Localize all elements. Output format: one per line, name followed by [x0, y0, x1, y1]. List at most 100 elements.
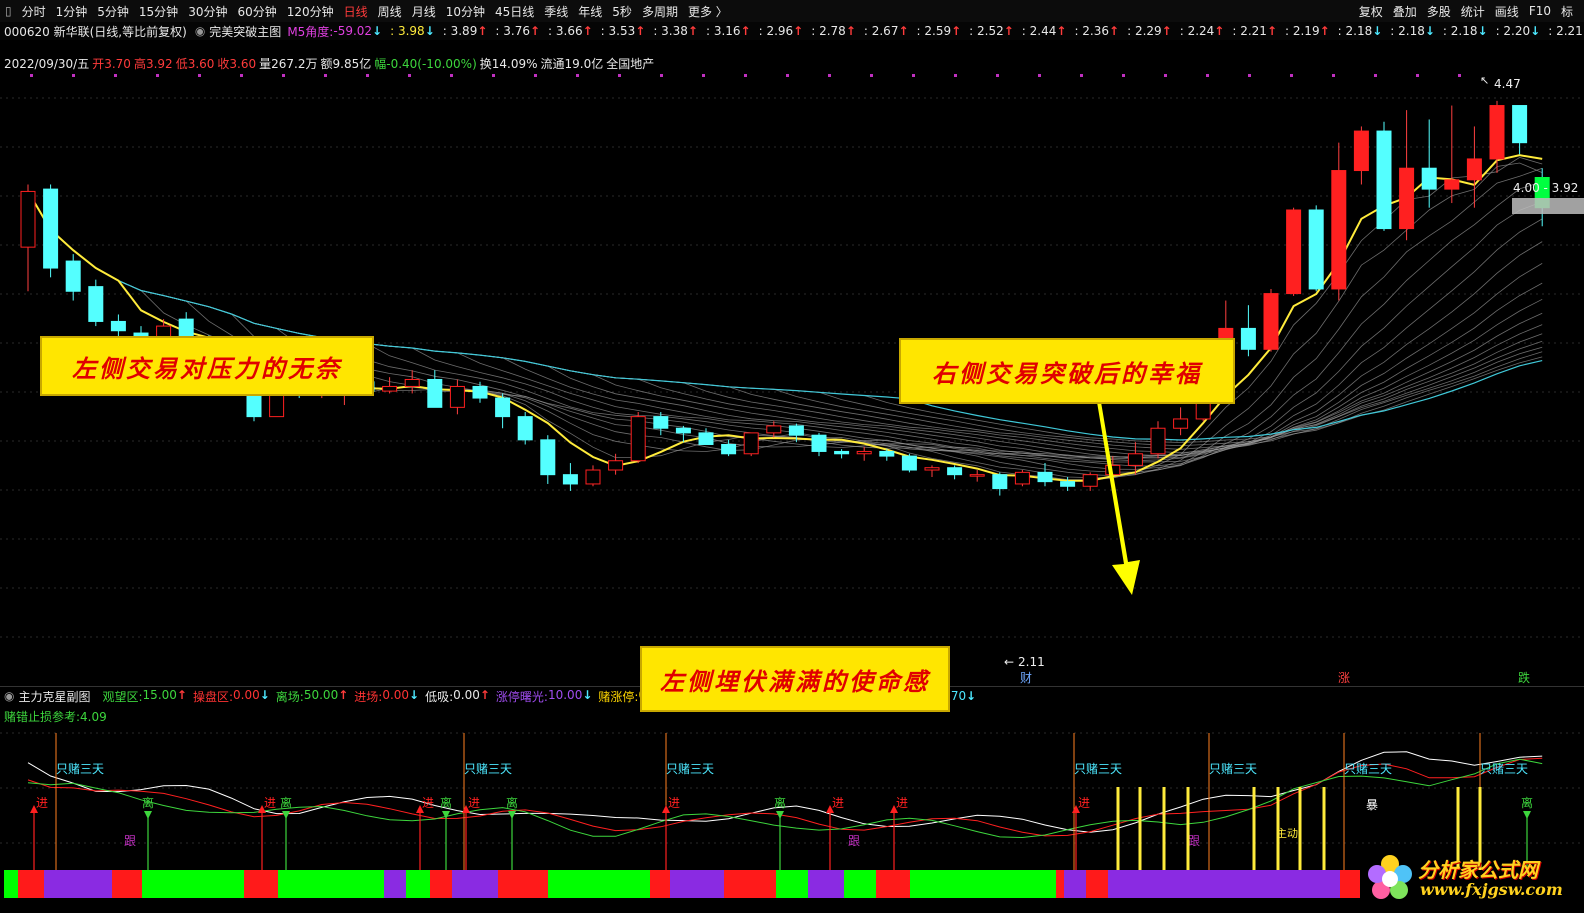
- tab-period-12[interactable]: 季线: [544, 3, 568, 20]
- top-dot: [240, 74, 243, 77]
- top-dot: [492, 74, 495, 77]
- collapse-icon[interactable]: ◉: [4, 689, 14, 703]
- tab-period-11[interactable]: 45日线: [495, 3, 534, 20]
- candle-body-down: [1376, 130, 1392, 230]
- ma-value-item: : 2.96↑: [759, 24, 804, 38]
- candle: [1399, 110, 1415, 241]
- sub-item-label: 操盘区:: [192, 689, 234, 704]
- sub-item-arrow: ↑: [338, 687, 349, 702]
- ma-value-item: : 2.52↑: [969, 24, 1014, 38]
- indicator-name[interactable]: 完美突破主图: [209, 23, 281, 40]
- ma-arrow: ↑: [1056, 24, 1067, 38]
- top-dot: [954, 74, 957, 77]
- ma-value-colon: :: [1285, 24, 1293, 38]
- top-dot-markers: [30, 74, 1461, 77]
- top-dot: [1374, 74, 1377, 77]
- flower-logo-icon: [1368, 855, 1412, 899]
- day-turnover: 换14.09%: [479, 56, 538, 71]
- ma-value-colon: :: [653, 24, 662, 38]
- sub-title[interactable]: 主力克星副图: [18, 688, 90, 705]
- ma-value-colon: :: [863, 24, 872, 38]
- sub-indicator-chart[interactable]: 只赌三天 只赌三天 只赌三天 只赌三天 只赌三天 只赌三天 只赌三天进进进进进进进进离离离离…: [0, 725, 1584, 913]
- candle-body-up: [743, 432, 759, 455]
- gear-icon[interactable]: ◉: [195, 24, 205, 38]
- candle: [947, 465, 963, 480]
- candle-body-down: [1308, 209, 1324, 290]
- toolbar-right-0[interactable]: 复权: [1359, 3, 1383, 20]
- candle-body-up: [585, 469, 601, 485]
- tab-period-3[interactable]: 15分钟: [139, 3, 178, 20]
- tab-period-4[interactable]: 30分钟: [188, 3, 227, 20]
- ma-value: 2.29: [1134, 24, 1162, 38]
- candle-body-up: [969, 474, 985, 477]
- ma-value: 2.67: [871, 24, 899, 38]
- bet-label: 只赌三天: [666, 762, 714, 776]
- zone-segment: [910, 870, 1056, 898]
- tab-period-9[interactable]: 月线: [412, 3, 436, 20]
- follow-label: 跟: [124, 834, 136, 848]
- candle-body-up: [608, 460, 624, 471]
- ma-arrow: ↓: [424, 24, 435, 38]
- toolbar-right-6[interactable]: 标: [1561, 3, 1573, 20]
- day-date: 2022/09/30/五: [4, 56, 90, 71]
- zone-segment: [384, 870, 406, 898]
- toolbar-right-1[interactable]: 叠加: [1393, 3, 1417, 20]
- tab-period-1[interactable]: 1分钟: [56, 3, 88, 20]
- ma-arrow: ↑: [1161, 24, 1172, 38]
- tab-period-6[interactable]: 120分钟: [287, 3, 334, 20]
- toolbar-right-3[interactable]: 统计: [1461, 3, 1485, 20]
- sub-item-label: 低吸:: [425, 689, 454, 704]
- tab-period-15[interactable]: 多周期: [642, 3, 678, 20]
- tab-period-14[interactable]: 5秒: [612, 3, 632, 20]
- top-dot: [1416, 74, 1419, 77]
- sub-item-value: 0.00: [233, 687, 260, 702]
- day-open: 开3.70: [92, 56, 131, 71]
- candle: [743, 432, 759, 457]
- m5-arrow: ↓: [372, 24, 383, 38]
- menu-icon[interactable]: ▯: [5, 4, 12, 18]
- ma-value-colon: :: [811, 24, 820, 38]
- top-dot: [534, 74, 537, 77]
- zone-segment: [776, 870, 808, 898]
- sub-zone-bars: [4, 870, 1584, 898]
- tab-period-7[interactable]: 日线: [344, 3, 368, 20]
- bet-bar: [1322, 787, 1326, 870]
- candle-body-down: [1240, 327, 1256, 350]
- ma-value-colon: :: [1337, 24, 1346, 38]
- ma-arrow: ↑: [1214, 24, 1225, 38]
- tab-period-2[interactable]: 5分钟: [97, 3, 129, 20]
- ma-arrow: ↑: [529, 24, 541, 38]
- tab-period-5[interactable]: 60分钟: [237, 3, 276, 20]
- zone-segment: [1108, 870, 1340, 898]
- zone-segment: [4, 870, 18, 898]
- tab-period-16[interactable]: 更多 〉: [688, 3, 728, 20]
- bet-bar: [1252, 787, 1256, 870]
- candle-body-down: [721, 443, 737, 455]
- toolbar-right-4[interactable]: 画线: [1495, 3, 1519, 20]
- tab-period-0[interactable]: 分时: [22, 3, 46, 20]
- stock-code-name[interactable]: 000620 新华联(日线,等比前复权): [4, 23, 187, 40]
- toolbar-right-2[interactable]: 多股: [1427, 3, 1451, 20]
- day-float: 流通19.0亿: [540, 56, 604, 71]
- out-arrow: [282, 811, 290, 819]
- callout-right: 右侧交易突破后的幸福: [899, 338, 1235, 404]
- bet-bar: [1186, 787, 1190, 870]
- top-dot: [1332, 74, 1335, 77]
- sub-item-value: 0.00: [453, 687, 480, 702]
- tab-period-8[interactable]: 周线: [378, 3, 402, 20]
- toolbar-right: 复权 叠加 多股 统计 画线 F10 标: [1354, 0, 1578, 22]
- ma-value: 3.16: [713, 24, 741, 38]
- ma-value: 2.52: [977, 24, 1004, 38]
- top-dot: [1038, 74, 1041, 77]
- tab-period-13[interactable]: 年线: [578, 3, 602, 20]
- zone-segment: [1056, 870, 1064, 898]
- candle-body-down: [495, 397, 511, 418]
- ma-value: 2.24: [1187, 24, 1215, 38]
- zone-segment: [548, 870, 650, 898]
- zone-segment: [724, 870, 776, 898]
- ma-value-item: : 3.53↑: [601, 24, 646, 38]
- top-dot: [408, 74, 411, 77]
- day-info-line: 2022/09/30/五 开3.70 高3.92 低3.60 收3.60 量26…: [4, 54, 654, 72]
- tab-period-10[interactable]: 10分钟: [446, 3, 485, 20]
- toolbar-right-5[interactable]: F10: [1529, 4, 1551, 18]
